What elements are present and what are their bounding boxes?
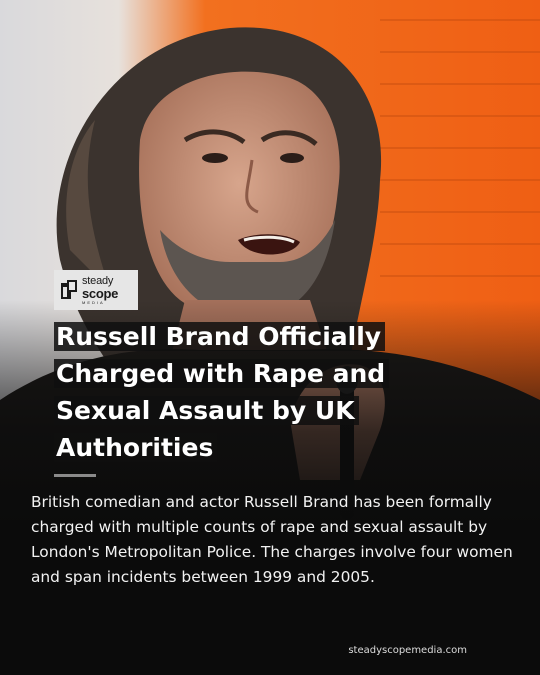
headline-line-4: Authorities bbox=[54, 433, 218, 462]
brand-logo: steady scope MEDIA bbox=[54, 270, 138, 310]
headline-line-2: Charged with Rape and bbox=[54, 359, 390, 388]
logo-icon bbox=[60, 279, 78, 301]
logo-wordmark: steady scope MEDIA bbox=[82, 274, 119, 305]
logo-word-steady: steady bbox=[82, 274, 114, 287]
headline-line-1: Russell Brand Officially bbox=[54, 322, 386, 351]
divider bbox=[54, 474, 96, 477]
article-body: British comedian and actor Russell Brand… bbox=[31, 493, 513, 586]
logo-word-media: MEDIA bbox=[82, 299, 105, 305]
post-card: steady scope MEDIA Russell Brand Officia… bbox=[0, 0, 540, 675]
headline: Russell Brand Officially Charged with Ra… bbox=[54, 318, 454, 466]
logo-word-scope: scope bbox=[82, 285, 119, 301]
headline-line-3: Sexual Assault by UK bbox=[54, 396, 359, 425]
website-url: steadyscopemedia.com bbox=[348, 645, 467, 656]
